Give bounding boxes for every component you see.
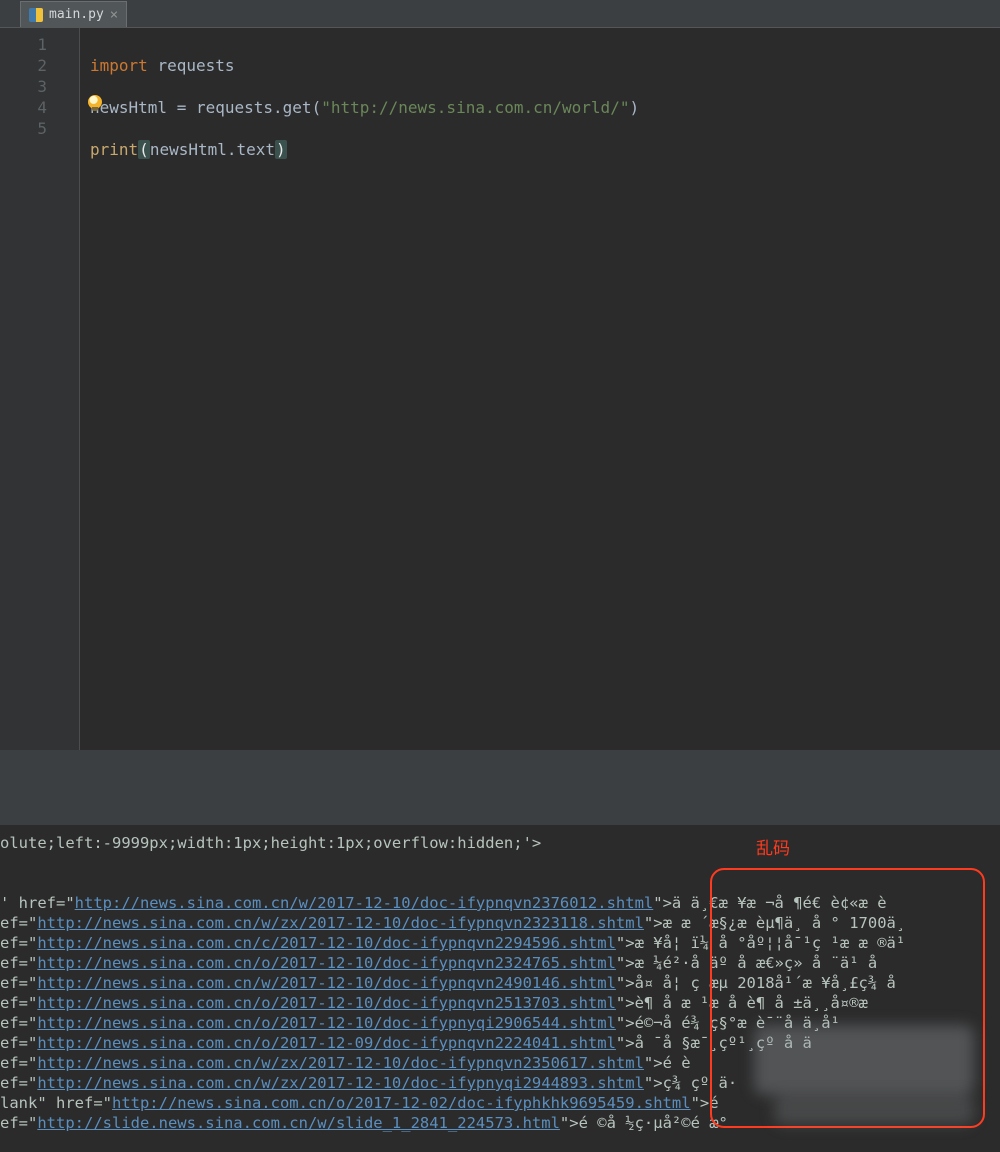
console-line: ef="http://news.sina.com.cn/w/zx/2017-12… <box>0 913 1000 933</box>
console-link[interactable]: http://news.sina.com.cn/o/2017-12-10/doc… <box>37 954 616 972</box>
run-console[interactable]: olute;left:-9999px;width:1px;height:1px;… <box>0 825 1000 1152</box>
line-number: 2 <box>0 55 79 76</box>
kw-import: import <box>90 56 148 75</box>
call: requests.get <box>196 98 312 117</box>
console-line: ef="http://news.sina.com.cn/o/2017-12-10… <box>0 953 1000 973</box>
close-tab-icon[interactable]: × <box>110 7 118 23</box>
console-link[interactable]: http://news.sina.com.cn/o/2017-12-02/doc… <box>112 1094 691 1112</box>
fn-print: print <box>90 140 138 159</box>
blur-overlay <box>774 1095 974 1125</box>
code-editor[interactable]: 1 2 3 4 5 import requests newsHtml = req… <box>0 28 1000 750</box>
code-area[interactable]: import requests newsHtml = requests.get(… <box>80 28 1000 750</box>
console-line: ef="http://news.sina.com.cn/o/2017-12-10… <box>0 993 1000 1013</box>
console-line: ef="http://news.sina.com.cn/w/2017-12-10… <box>0 973 1000 993</box>
python-file-icon <box>29 8 43 22</box>
console-link[interactable]: http://news.sina.com.cn/w/zx/2017-12-10/… <box>37 914 644 932</box>
line-number: 4 <box>0 97 79 118</box>
blur-overlay <box>754 1025 974 1095</box>
console-link[interactable]: http://news.sina.com.cn/w/zx/2017-12-10/… <box>37 1054 644 1072</box>
line-gutter: 1 2 3 4 5 <box>0 28 80 750</box>
eq: = <box>167 98 196 117</box>
lightbulb-icon[interactable] <box>88 95 102 109</box>
console-link[interactable]: http://news.sina.com.cn/w/zx/2017-12-10/… <box>37 1074 644 1092</box>
console-line: ef="http://news.sina.com.cn/c/2017-12-10… <box>0 933 1000 953</box>
line-number: 3 <box>0 76 79 97</box>
console-link[interactable]: http://news.sina.com.cn/c/2017-12-10/doc… <box>37 934 616 952</box>
console-link[interactable]: http://news.sina.com.cn/w/2017-12-10/doc… <box>37 974 616 992</box>
module: requests <box>157 56 234 75</box>
console-link[interactable]: http://news.sina.com.cn/o/2017-12-10/doc… <box>37 994 616 1012</box>
line-number: 1 <box>0 34 79 55</box>
annotation-label: 乱码 <box>756 839 790 859</box>
line-number: 5 <box>0 118 79 139</box>
console-link[interactable]: http://news.sina.com.cn/o/2017-12-09/doc… <box>37 1034 616 1052</box>
console-line: olute;left:-9999px;width:1px;height:1px;… <box>0 833 1000 853</box>
console-link[interactable]: http://news.sina.com.cn/w/2017-12-10/doc… <box>75 894 654 912</box>
string-url: "http://news.sina.com.cn/world/" <box>321 98 629 117</box>
tab-bar: main.py × <box>0 0 1000 28</box>
console-link[interactable]: http://slide.news.sina.com.cn/w/slide_1_… <box>37 1114 560 1132</box>
paren-open: ( <box>138 140 150 159</box>
console-line: ' href="http://news.sina.com.cn/w/2017-1… <box>0 893 1000 913</box>
tab-filename: main.py <box>49 7 104 22</box>
tab-main-py[interactable]: main.py × <box>20 1 127 27</box>
toolwindow-divider <box>0 750 1000 825</box>
paren-close: ) <box>275 140 287 159</box>
console-link[interactable]: http://news.sina.com.cn/o/2017-12-10/doc… <box>37 1014 616 1032</box>
arg: newsHtml.text <box>150 140 275 159</box>
